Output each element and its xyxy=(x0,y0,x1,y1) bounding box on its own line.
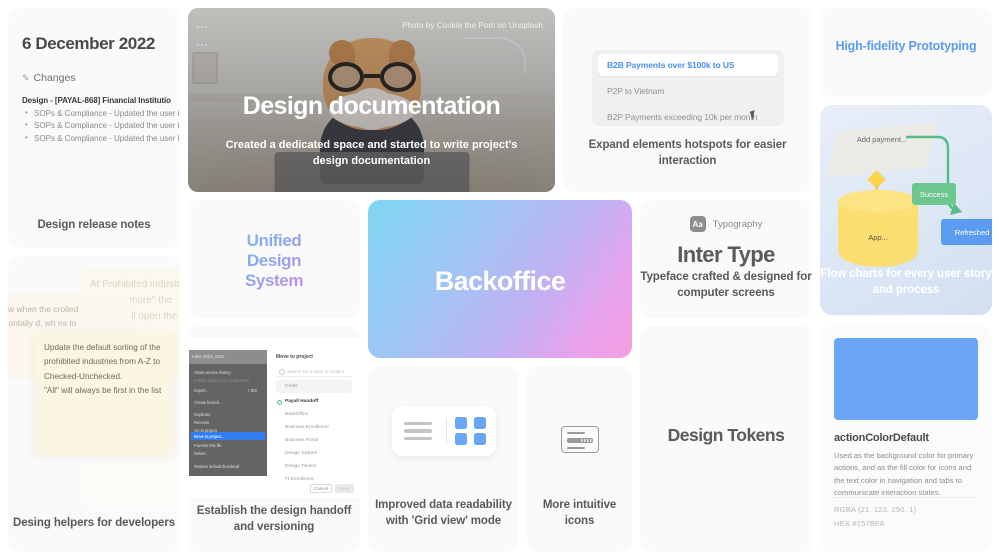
context-menu[interactable]: Show version history Publish styles and … xyxy=(189,364,267,476)
color-token-rgba: RGBA (21, 123, 250, 1) xyxy=(834,505,917,514)
card-typography[interactable]: Aa Typography Inter Type Typeface crafte… xyxy=(640,200,812,318)
menu-item-favorite-this-file[interactable]: Favorite this file xyxy=(194,443,222,448)
uds-line-2: Design xyxy=(246,251,302,271)
menu-item-export-shortcut: ⇧⌘E xyxy=(247,388,258,393)
divider xyxy=(446,418,447,444)
color-token-hex: HEX #157BFA xyxy=(834,519,885,528)
card-flow-charts[interactable]: Add payment... App... Success Refreshed … xyxy=(820,105,992,315)
card-caption: Flow charts for every user story and pro… xyxy=(820,267,992,297)
photo-credit: Photo by Cookie the Pom on Unsplash xyxy=(402,21,543,30)
typography-badge: Aa Typography xyxy=(640,216,812,232)
grid-view-icon[interactable] xyxy=(455,417,489,445)
view-mode-toggle[interactable] xyxy=(391,406,496,456)
typeface-name: Inter Type xyxy=(677,242,775,267)
release-changes-row: ✎ Changes xyxy=(22,72,166,84)
card-caption: Design release notes xyxy=(37,219,151,232)
dialog-title: Move to project xyxy=(276,354,313,360)
project-item[interactable]: Business Portal xyxy=(285,438,318,443)
card-caption: Improved data readability with 'Grid vie… xyxy=(375,498,512,528)
color-swatch xyxy=(834,338,978,420)
release-notes-body: 6 December 2022 ✎ Changes Design - [PAYA… xyxy=(8,8,180,145)
menu-item-go-to-project[interactable]: Go to project xyxy=(194,428,217,433)
project-item[interactable]: Payall Handoff xyxy=(285,399,318,404)
flow-arrow-icon xyxy=(906,135,962,215)
move-button[interactable]: Move xyxy=(335,484,354,493)
menu-item-move-to-project[interactable]: Move to project... xyxy=(194,434,224,439)
project-item[interactable]: Design Tokens xyxy=(285,464,316,469)
color-token-description: Used as the background color for primary… xyxy=(834,451,974,497)
card-caption: Expand elements hotspots for easier inte… xyxy=(588,138,787,168)
cancel-button[interactable]: Cancel xyxy=(310,484,332,493)
menu-item-delete[interactable]: Delete... xyxy=(194,451,209,456)
card-unified-design-system[interactable]: Unified Design System xyxy=(188,200,360,318)
card-caption: More intuitive icons xyxy=(542,498,617,528)
cable xyxy=(463,37,526,74)
payment-card-icon xyxy=(560,426,599,453)
release-bullet: SOPs & Compliance - Updated the user i xyxy=(22,119,179,132)
release-changes-label: Changes xyxy=(33,72,76,84)
release-date: 6 December 2022 xyxy=(22,34,155,53)
menu-item-publish-styles: Publish styles and components xyxy=(194,378,249,383)
file-tab[interactable]: mber 2022_v01x xyxy=(189,350,267,364)
project-item[interactable]: Business Enrollment xyxy=(285,425,329,430)
color-token-name: actionColorDefault xyxy=(834,432,929,444)
divider xyxy=(834,497,978,498)
release-entry-title: Design - [PAYAL-868] Financial Instituti… xyxy=(22,96,171,105)
release-bullet: SOPs & Compliance - Updated the user i xyxy=(22,107,179,120)
design-tokens-title: Design Tokens xyxy=(667,425,785,445)
menu-item-create-branch[interactable]: Create branch... xyxy=(194,400,223,405)
card-caption: Desing helpers for developers xyxy=(13,517,175,530)
card-high-fidelity-prototyping[interactable]: High-fidelity Prototyping xyxy=(820,8,992,97)
project-status-icon xyxy=(277,400,282,405)
hotspot-row[interactable]: P2P to Vietnam xyxy=(598,80,778,102)
menu-item-duplicate[interactable]: Duplicate xyxy=(194,412,211,417)
hifi-title: High-fidelity Prototyping xyxy=(835,39,977,53)
card-grid-view[interactable]: Improved data readability with 'Grid vie… xyxy=(368,366,519,552)
card-design-release-notes[interactable]: 6 December 2022 ✎ Changes Design - [PAYA… xyxy=(8,8,180,248)
documentation-title: Design documentation xyxy=(242,92,501,120)
project-search-input[interactable]: Search for a team or project xyxy=(276,366,352,377)
typography-badge-label: Typography xyxy=(712,218,763,230)
menu-item-show-version-history[interactable]: Show version history xyxy=(194,370,231,375)
moodboard-canvas: 6 December 2022 ✎ Changes Design - [PAYA… xyxy=(0,0,1000,560)
uds-title: Unified Design System xyxy=(188,231,360,291)
uds-line-3: System xyxy=(244,271,304,291)
menu-item-export[interactable]: Export... xyxy=(194,388,209,393)
glasses-icon xyxy=(327,62,416,92)
refreshed-node: Refreshed xyxy=(941,219,992,245)
move-to-project-dialog: Move to project Search for a team or pro… xyxy=(272,350,356,498)
pencil-icon: ✎ xyxy=(22,72,30,83)
project-item[interactable]: BackOffice xyxy=(285,412,308,417)
list-view-icon[interactable] xyxy=(398,421,438,441)
release-bullet: SOPs & Compliance - Updated the user i xyxy=(22,132,179,145)
card-color-token[interactable]: actionColorDefault Used as the backgroun… xyxy=(820,326,992,552)
backoffice-title: Backoffice xyxy=(434,266,566,296)
project-item[interactable]: FI Enrollment xyxy=(285,477,314,482)
sticky-note-front: Update the default sorting of the prohib… xyxy=(34,332,174,456)
card-design-helpers[interactable]: At Prohibited industries by clicking "mo… xyxy=(8,256,180,552)
project-item-drafts[interactable]: Drafts xyxy=(276,380,352,393)
project-item[interactable]: Design System xyxy=(285,451,317,456)
documentation-subtitle: Created a dedicated space and started to… xyxy=(225,139,518,168)
card-expand-hotspots[interactable]: B2B Payments over $100k to US P2P to Vie… xyxy=(563,8,812,192)
figma-screenshot: mber 2022_v01x Show version history Publ… xyxy=(188,338,360,498)
cylinder-node-label: App... xyxy=(868,233,888,242)
card-caption: Typeface crafted & designed for computer… xyxy=(640,270,812,300)
card-caption: Establish the design handoff and version… xyxy=(196,504,352,534)
card-design-documentation[interactable]: Photo by Cookie the Pom on Unsplash Desi… xyxy=(188,8,555,192)
success-label: Success xyxy=(912,183,956,205)
hotspot-row-selected[interactable]: B2B Payments over $100k to US xyxy=(598,54,778,76)
menu-item-rename[interactable]: Rename xyxy=(194,420,209,425)
aa-icon: Aa xyxy=(689,216,706,232)
wall-picture xyxy=(192,52,218,85)
uds-line-1: Unified xyxy=(246,231,302,250)
hotspot-list-panel: B2B Payments over $100k to US P2P to Vie… xyxy=(592,50,784,126)
dot-grid-decoration xyxy=(196,16,208,52)
card-design-tokens[interactable]: Design Tokens xyxy=(640,326,812,552)
menu-item-restore-thumbnail[interactable]: Restore default thumbnail xyxy=(194,464,239,469)
card-backoffice[interactable]: Backoffice xyxy=(368,200,632,358)
card-intuitive-icons[interactable]: More intuitive icons xyxy=(527,366,632,552)
card-design-handoff[interactable]: mber 2022_v01x Show version history Publ… xyxy=(188,326,360,552)
